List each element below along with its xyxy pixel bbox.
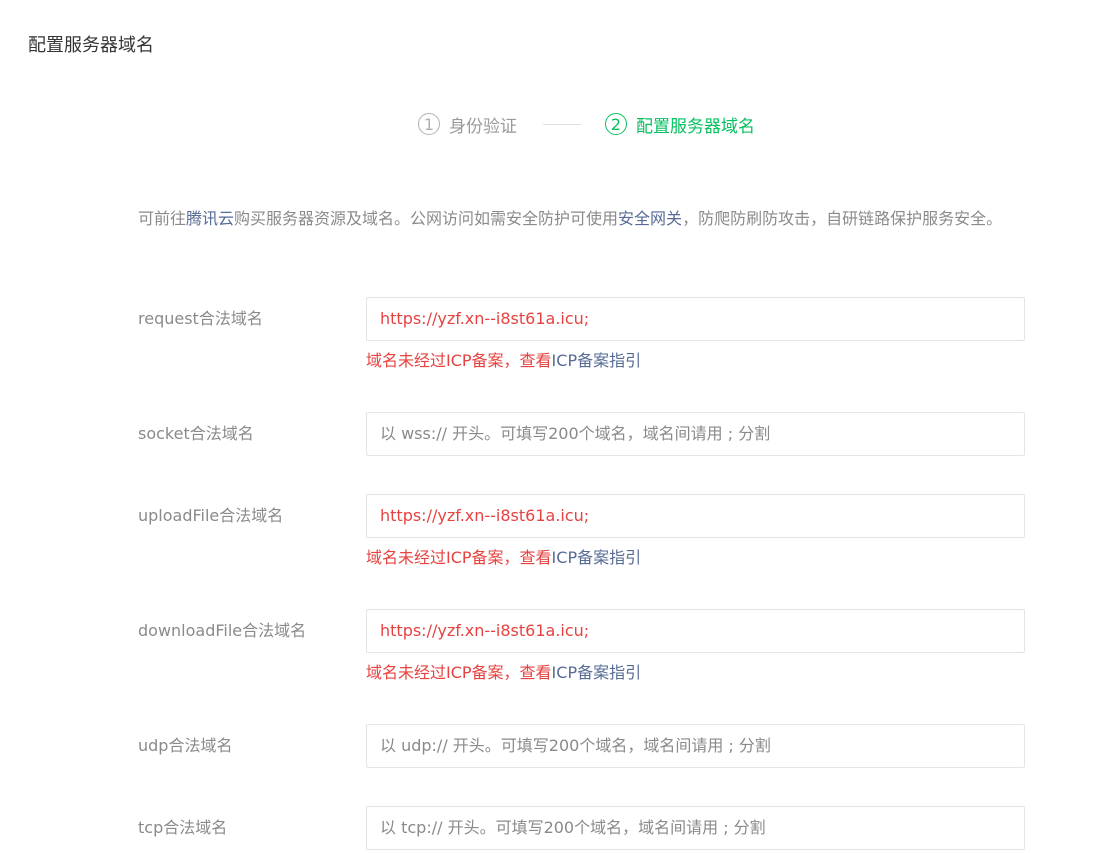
step-indicator: 1 身份验证 2 配置服务器域名 (418, 111, 755, 137)
step-configure-domains: 2 配置服务器域名 (605, 112, 755, 137)
step-divider (543, 123, 581, 125)
uploadfile-domain-label: uploadFile合法域名 (138, 506, 284, 525)
request-icp-warning: 域名未经过ICP备案，查看ICP备案指引 (366, 349, 641, 373)
icp-guide-link[interactable]: ICP备案指引 (552, 548, 642, 567)
intro-middle: 购买服务器资源及域名。公网访问如需安全防护可使用 (234, 209, 619, 228)
warning-text: 域名未经过ICP备案，查看 (366, 351, 552, 370)
step-identity-verification: 1 身份验证 (418, 112, 517, 137)
request-domain-label: request合法域名 (138, 309, 263, 328)
socket-domain-input[interactable]: 以 wss:// 开头。可填写200个域名，域名间请用 ; 分割 (366, 412, 1025, 456)
request-domain-input[interactable]: https://yzf.xn--i8st61a.icu; (366, 297, 1025, 341)
uploadfile-domain-input[interactable]: https://yzf.xn--i8st61a.icu; (366, 494, 1025, 538)
uploadfile-icp-warning: 域名未经过ICP备案，查看ICP备案指引 (366, 546, 641, 570)
step-number-2: 2 (605, 113, 627, 135)
intro-text: 可前往腾讯云购买服务器资源及域名。公网访问如需安全防护可使用安全网关，防爬防刷防… (138, 205, 1038, 232)
step-label: 身份验证 (449, 116, 517, 137)
downloadfile-domain-label: downloadFile合法域名 (138, 621, 307, 640)
udp-domain-label: udp合法域名 (138, 736, 233, 755)
tcp-domain-input[interactable]: 以 tcp:// 开头。可填写200个域名，域名间请用 ; 分割 (366, 806, 1025, 850)
downloadfile-domain-input[interactable]: https://yzf.xn--i8st61a.icu; (366, 609, 1025, 653)
downloadfile-icp-warning: 域名未经过ICP备案，查看ICP备案指引 (366, 661, 641, 685)
step-label: 配置服务器域名 (636, 116, 755, 137)
tencent-cloud-link[interactable]: 腾讯云 (186, 209, 234, 228)
icp-guide-link[interactable]: ICP备案指引 (552, 663, 642, 682)
intro-prefix: 可前往 (138, 209, 187, 228)
warning-text: 域名未经过ICP备案，查看 (366, 548, 552, 567)
intro-suffix: ，防爬防刷防攻击，自研链路保护服务安全。 (682, 209, 1003, 228)
page-title: 配置服务器域名 (28, 35, 154, 56)
socket-domain-label: socket合法域名 (138, 424, 254, 443)
warning-text: 域名未经过ICP备案，查看 (366, 663, 552, 682)
tcp-domain-label: tcp合法域名 (138, 818, 228, 837)
security-gateway-link[interactable]: 安全网关 (618, 209, 682, 228)
udp-domain-input[interactable]: 以 udp:// 开头。可填写200个域名，域名间请用 ; 分割 (366, 724, 1025, 768)
icp-guide-link[interactable]: ICP备案指引 (552, 351, 642, 370)
step-number-1: 1 (418, 113, 440, 135)
